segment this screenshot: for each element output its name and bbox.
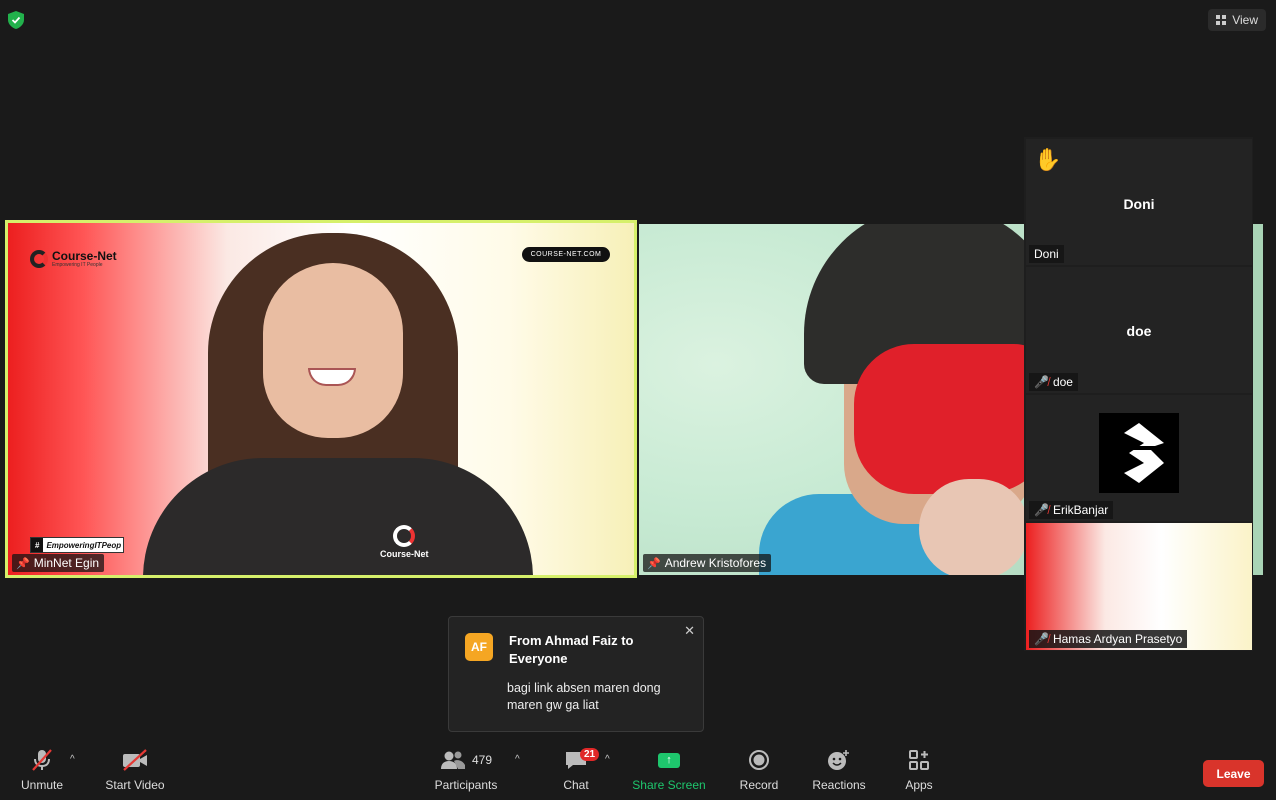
close-icon[interactable]: ✕ (684, 623, 695, 639)
participant-name-tag: Doni (1029, 245, 1064, 263)
participant-name: ErikBanjar (1052, 503, 1109, 517)
muted-mic-icon: 🎤̸ (1034, 375, 1049, 389)
person-mask (854, 344, 1024, 494)
muted-mic-icon: 🎤̸ (1034, 632, 1049, 646)
unmute-label: Unmute (20, 778, 64, 792)
chat-button[interactable]: 21 Chat (556, 742, 600, 800)
chat-label: Chat (563, 778, 589, 792)
apps-label: Apps (905, 778, 933, 792)
view-label: View (1232, 13, 1258, 27)
shirt-logo-icon (393, 525, 416, 547)
audio-options-chevron-icon[interactable]: ^ (70, 754, 75, 765)
chat-icon: 21 (564, 742, 600, 778)
course-net-logo-icon (30, 250, 48, 268)
participant-name-tag: 📌 Andrew Kristofores (643, 554, 772, 572)
sender-avatar: AF (465, 633, 493, 661)
participants-icon-wrap: 479 (440, 742, 492, 778)
participant-name-tag: 📌 MinNet Egin (12, 554, 105, 572)
encryption-shield-icon[interactable] (8, 11, 24, 29)
reactions-label: Reactions (812, 778, 866, 792)
grid-view-icon (1216, 15, 1227, 25)
pin-icon: 📌 (647, 557, 661, 570)
course-net-logo: Course-Net Empowering IT People (30, 250, 117, 268)
person-hand (919, 479, 1024, 575)
shirt-logo-text: Course-Net (380, 549, 429, 559)
participants-count: 479 (471, 753, 493, 767)
share-screen-icon: ↑ (658, 742, 680, 778)
share-screen-label: Share Screen (632, 778, 706, 792)
apps-icon (908, 742, 930, 778)
video-tile-edge (1252, 224, 1263, 575)
participant-name: Andrew Kristofores (664, 556, 767, 570)
video-off-icon (121, 742, 149, 778)
reactions-icon (827, 742, 851, 778)
leave-button[interactable]: Leave (1203, 760, 1264, 787)
reactions-button[interactable]: Reactions (810, 742, 868, 800)
participants-chevron-icon[interactable]: ^ (515, 754, 520, 765)
chat-chevron-icon[interactable]: ^ (605, 754, 610, 765)
muted-mic-icon: 🎤̸ (1034, 503, 1049, 517)
hashtag-banner: # EmpoweringITPeop (30, 537, 125, 553)
video-tile-active-speaker[interactable]: Course-Net Empowering IT People COURSE-N… (5, 220, 637, 578)
participant-display-name: Doni (1123, 196, 1155, 212)
participant-name: doe (1052, 375, 1073, 389)
record-icon (748, 742, 770, 778)
participant-name: Hamas Ardyan Prasetyo (1052, 632, 1183, 646)
side-tile-doni[interactable]: ✋ Doni Doni (1026, 139, 1252, 265)
start-video-button[interactable]: Start Video (104, 742, 166, 800)
participant-side-panel: ✋ Doni Doni doe 🎤̸ doe 🎤̸ ErikBanjar 🎤̸ … (1024, 137, 1253, 651)
erik-avatar-logo (1099, 413, 1179, 493)
meeting-toolbar: Unmute ^ Start Video 479 Participants ^ … (0, 742, 1276, 800)
chat-sender: From Ahmad Faiz to Everyone (509, 633, 634, 666)
logo-text: Course-Net (52, 249, 117, 263)
participant-name: MinNet Egin (33, 556, 100, 570)
video-tile-participant[interactable]: 📌 Andrew Kristofores (639, 224, 1024, 575)
participants-icon (440, 751, 465, 769)
unmute-button[interactable]: Unmute (18, 742, 66, 800)
participant-name-tag: 🎤̸ ErikBanjar (1029, 501, 1114, 519)
start-video-label: Start Video (105, 778, 165, 792)
participant-name-tag: 🎤̸ doe (1029, 373, 1078, 391)
side-tile-erik[interactable]: 🎤̸ ErikBanjar (1026, 395, 1252, 521)
record-label: Record (739, 778, 779, 792)
share-screen-button[interactable]: ↑ Share Screen (632, 742, 706, 800)
person-face (263, 263, 403, 438)
participants-label: Participants (434, 778, 498, 792)
apps-button[interactable]: Apps (902, 742, 936, 800)
chat-notification[interactable]: AF From Ahmad Faiz to Everyone bagi link… (448, 616, 704, 732)
hashtag-text: EmpoweringITPeop (46, 540, 122, 550)
participant-display-name: doe (1126, 323, 1152, 339)
side-tile-doe[interactable]: doe 🎤̸ doe (1026, 267, 1252, 393)
chat-message: bagi link absen maren dong maren gw ga l… (507, 681, 661, 712)
shirt-logo: Course-Net (380, 525, 429, 559)
pin-icon: 📌 (16, 557, 30, 570)
record-button[interactable]: Record (738, 742, 780, 800)
chat-unread-badge: 21 (580, 748, 600, 761)
url-badge: COURSE-NET.COM (522, 247, 610, 262)
side-tile-hamas[interactable]: 🎤̸ Hamas Ardyan Prasetyo (1026, 523, 1252, 650)
raised-hand-icon: ✋ (1034, 147, 1062, 172)
muted-mic-icon (30, 742, 54, 778)
view-button[interactable]: View (1208, 9, 1266, 31)
participants-button[interactable]: 479 Participants (434, 742, 498, 800)
participant-name: Doni (1034, 247, 1059, 261)
participant-name-tag: 🎤̸ Hamas Ardyan Prasetyo (1029, 630, 1188, 648)
person-shirt (143, 458, 533, 575)
